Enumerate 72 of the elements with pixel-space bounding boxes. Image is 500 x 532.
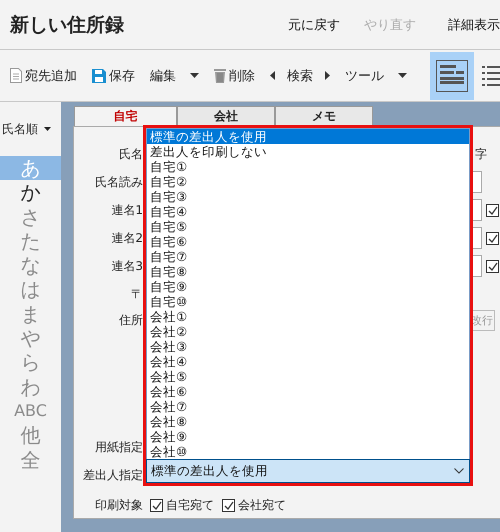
field-label: 差出人指定	[82, 466, 143, 484]
dropdown-option[interactable]: 自宅③	[147, 189, 469, 204]
caret-icon	[398, 73, 407, 78]
list-view-icon	[482, 64, 500, 88]
checkbox-label[interactable]: 自宅宛て	[166, 496, 214, 514]
dropdown-option[interactable]: 会社③	[147, 339, 469, 354]
trash-icon	[214, 68, 226, 83]
dropdown-option[interactable]: 会社⑦	[147, 399, 469, 414]
field-label: 住所	[118, 312, 143, 329]
checkbox-label[interactable]: 会社宛て	[238, 496, 286, 514]
checkbox[interactable]	[486, 204, 499, 216]
field-label: 印刷対象	[94, 496, 143, 514]
dropdown-option[interactable]: 自宅⑤	[147, 219, 469, 234]
dropdown-option[interactable]: 自宅⑨	[147, 279, 469, 294]
check-icon	[223, 500, 234, 510]
dropdown-option[interactable]: 自宅⑩	[147, 294, 469, 309]
toolbar-menu[interactable]: 編集	[150, 66, 176, 84]
dropdown-option[interactable]: 自宅①	[147, 159, 469, 174]
field-label: 氏名読み	[94, 174, 143, 190]
sender-combobox[interactable]: 標準の差出人を使用	[146, 459, 470, 483]
index-tab[interactable]: か	[0, 180, 61, 205]
field-label: 〒	[130, 286, 143, 302]
caret-icon	[44, 127, 51, 131]
document-icon	[10, 68, 22, 83]
check-icon	[487, 204, 498, 216]
toolbar-menu[interactable]: ツール	[345, 66, 384, 84]
dropdown-option[interactable]: 会社④	[147, 354, 469, 369]
dropdown-option[interactable]: 差出人を印刷しない	[147, 144, 469, 159]
dropdown-option[interactable]: 自宅⑥	[147, 234, 469, 249]
check-icon	[151, 500, 162, 510]
toolbar-label[interactable]: 宛先追加	[25, 66, 77, 84]
checkbox[interactable]	[222, 498, 235, 512]
checkbox[interactable]	[486, 232, 499, 244]
dropdown-option[interactable]: 自宅⑦	[147, 249, 469, 264]
caret-icon	[190, 73, 199, 78]
tab[interactable]: 会社	[177, 106, 275, 126]
dropdown-option[interactable]: 会社⑥	[147, 384, 469, 399]
checkbox[interactable]	[150, 498, 163, 512]
caret-icon	[325, 71, 330, 80]
toolbar-label[interactable]: 保存	[109, 66, 135, 84]
dropdown-option[interactable]: 会社①	[147, 309, 469, 324]
detail-view-icon	[436, 60, 468, 92]
header-action[interactable]: 詳細表示	[448, 16, 500, 34]
dropdown-option[interactable]: 標準の差出人を使用	[147, 129, 469, 144]
floppy-icon	[92, 68, 106, 82]
field-label: 氏名	[118, 146, 143, 162]
field-label: 連名1	[110, 202, 143, 218]
view-button[interactable]	[430, 52, 474, 100]
dropdown-option[interactable]: 会社⑤	[147, 369, 469, 384]
dropdown-option[interactable]: 会社⑩	[147, 444, 469, 459]
toolbar-label[interactable]: 削除	[229, 66, 255, 84]
field-label: 連名3	[110, 258, 143, 274]
tab[interactable]: メモ	[275, 106, 373, 126]
checkbox[interactable]	[486, 260, 499, 272]
check-icon	[487, 260, 498, 272]
field-label: 用紙指定	[94, 438, 143, 456]
dropdown-option[interactable]: 会社②	[147, 324, 469, 339]
field-label: 連名2	[110, 230, 143, 246]
sort-dropdown[interactable]: 氏名順	[2, 120, 38, 138]
dropdown-option[interactable]: 会社⑨	[147, 429, 469, 444]
toolbar-label[interactable]: 検索	[287, 66, 313, 84]
check-icon	[487, 232, 498, 244]
dropdown-option[interactable]: 自宅②	[147, 174, 469, 189]
dropdown-option[interactable]: 自宅⑧	[147, 264, 469, 279]
chevron-icon	[454, 468, 464, 474]
field-label: 字	[475, 146, 487, 162]
window-title: 新しい住所録	[10, 12, 125, 38]
dropdown-option[interactable]: 自宅④	[147, 204, 469, 219]
tab[interactable]: 自宅	[74, 106, 177, 126]
dropdown-option[interactable]: 会社⑧	[147, 414, 469, 429]
header-action[interactable]: 元に戻す	[288, 16, 340, 34]
caret-icon	[270, 71, 275, 80]
